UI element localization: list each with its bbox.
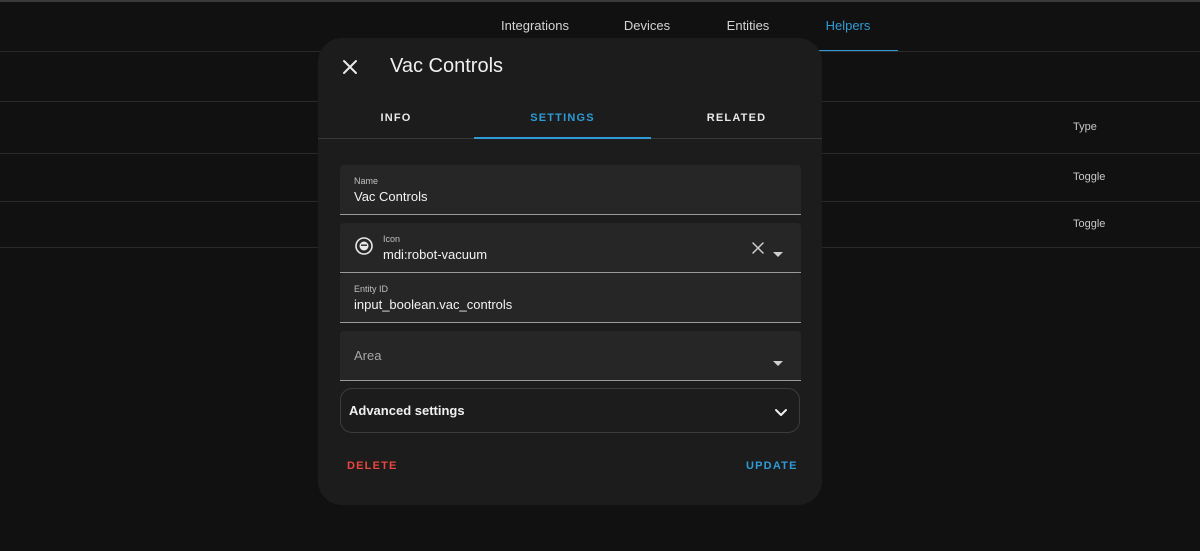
name-field-label: Name <box>354 176 379 186</box>
entity-settings-dialog: Vac Controls INFO SETTINGS RELATED Name … <box>318 38 822 505</box>
close-icon <box>343 60 357 74</box>
area-select-placeholder: Area <box>354 348 382 363</box>
robot-vacuum-icon <box>355 237 373 260</box>
table-row-type: Toggle <box>1073 218 1106 230</box>
table-row-type: Toggle <box>1073 171 1106 183</box>
caret-down-icon <box>773 354 783 372</box>
close-button[interactable] <box>338 55 362 79</box>
entity-id-field-label: Entity ID <box>354 284 389 294</box>
caret-down-icon[interactable] <box>773 245 783 263</box>
update-button[interactable]: UPDATE <box>746 460 798 472</box>
icon-field-value: mdi:robot-vacuum <box>383 247 488 262</box>
area-select[interactable]: Area <box>340 331 801 381</box>
dialog-title: Vac Controls <box>390 55 504 77</box>
tab-helpers[interactable]: Helpers <box>810 0 886 52</box>
tab-info[interactable]: INFO <box>318 98 474 138</box>
entity-id-field-value: input_boolean.vac_controls <box>354 297 513 312</box>
name-field[interactable]: Name Vac Controls <box>340 165 801 215</box>
dialog-tabs: INFO SETTINGS RELATED <box>318 98 822 139</box>
icon-field-label: Icon <box>383 234 401 244</box>
active-dialog-tab-indicator <box>474 137 651 139</box>
column-header-type: Type <box>1073 121 1097 133</box>
entity-id-field[interactable]: Entity ID input_boolean.vac_controls <box>340 273 801 323</box>
advanced-settings-label: Advanced settings <box>349 403 465 418</box>
advanced-settings-expander[interactable]: Advanced settings <box>340 388 800 433</box>
tab-related[interactable]: RELATED <box>651 98 822 138</box>
tab-settings[interactable]: SETTINGS <box>474 98 651 138</box>
clear-icon[interactable] <box>751 241 765 260</box>
icon-picker-field[interactable]: Icon mdi:robot-vacuum <box>340 223 801 273</box>
delete-button[interactable]: DELETE <box>347 460 398 472</box>
chevron-down-icon <box>774 405 788 423</box>
name-field-value: Vac Controls <box>354 189 428 204</box>
